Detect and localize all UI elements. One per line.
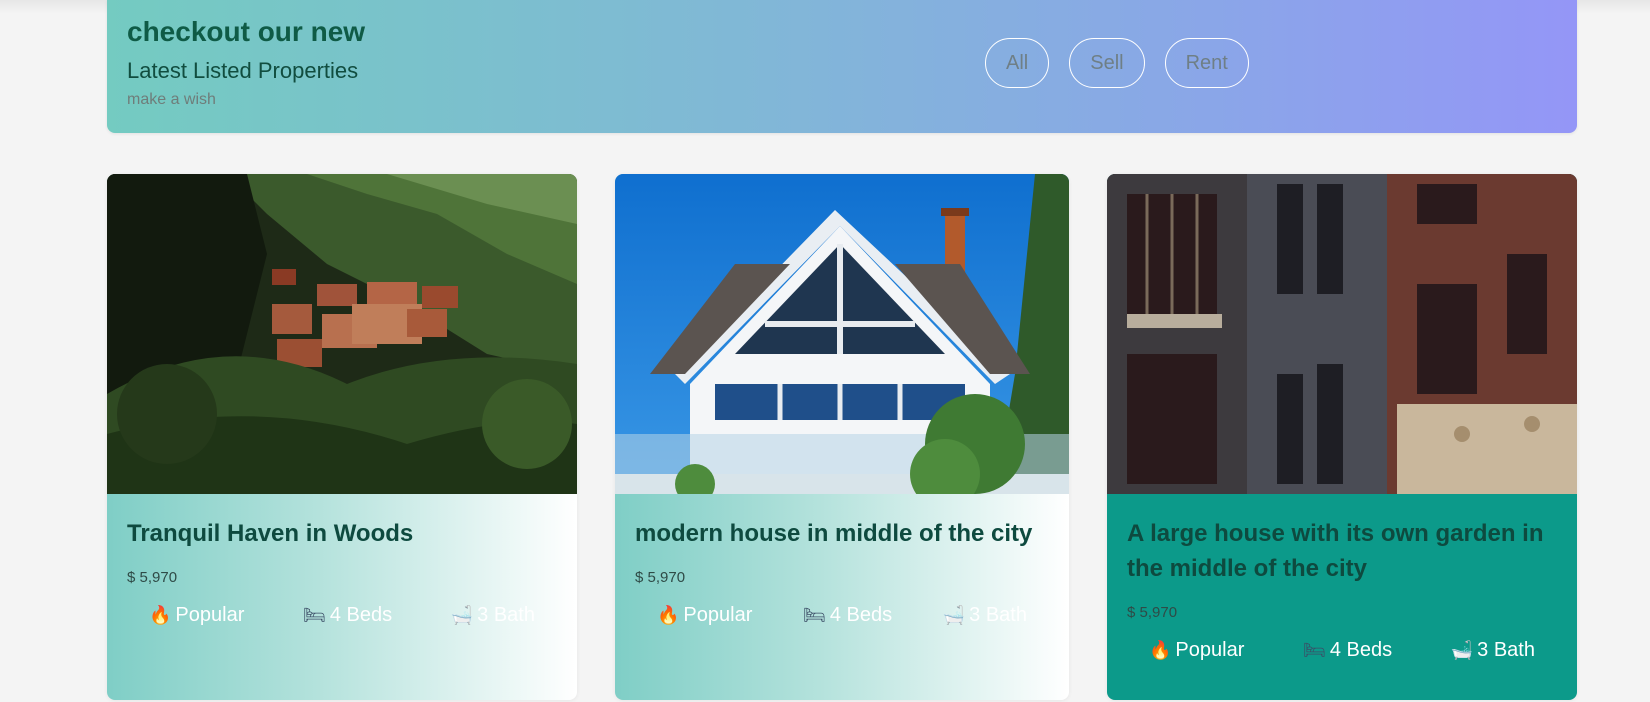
fire-icon: 🔥 [149, 605, 172, 625]
feature-label: 3 Bath [969, 604, 1027, 626]
property-price: $ 5,970 [1127, 604, 1178, 621]
filter-all-button[interactable]: All [985, 38, 1050, 88]
fire-icon: 🔥 [1149, 640, 1172, 660]
feature-label: Popular [175, 604, 245, 626]
feature-bath: 🛁 3 Bath [1451, 639, 1535, 662]
feature-bath: 🛁 3 Bath [943, 604, 1027, 627]
feature-label: Popular [683, 604, 753, 626]
feature-popular: 🔥 Popular [1149, 639, 1244, 662]
feature-label: 3 Bath [477, 604, 535, 626]
feature-label: 4 Beds [329, 604, 393, 626]
feature-list: 🔥 Popular 🛏 4 Beds 🛁 3 Bath [635, 604, 1049, 627]
property-title[interactable]: Tranquil Haven in Woods [127, 516, 557, 551]
property-card[interactable]: A large house with its own garden in the… [1107, 174, 1577, 700]
filter-group: All Sell Rent [985, 38, 1249, 88]
property-title[interactable]: modern house in middle of the city [635, 516, 1049, 551]
feature-label: 4 Beds [1329, 639, 1393, 661]
feature-list: 🔥 Popular 🛏 4 Beds 🛁 3 Bath [127, 604, 557, 627]
hero-banner: checkout our new Latest Listed Propertie… [107, 0, 1577, 133]
feature-beds: 🛏 4 Beds [303, 604, 392, 627]
card-body: modern house in middle of the city $ 5,9… [615, 494, 1069, 700]
property-title[interactable]: A large house with its own garden in the… [1127, 516, 1557, 586]
fire-icon: 🔥 [657, 605, 680, 625]
bed-icon: 🛏 [1302, 640, 1326, 660]
property-price: $ 5,970 [127, 569, 178, 586]
feature-beds: 🛏 4 Beds [803, 604, 892, 627]
property-photo[interactable] [107, 174, 577, 494]
filter-rent-button[interactable]: Rent [1164, 38, 1249, 88]
bathtub-icon: 🛁 [942, 605, 966, 625]
feature-list: 🔥 Popular 🛏 4 Beds 🛁 3 Bath [1127, 639, 1557, 662]
bathtub-icon: 🛁 [1450, 640, 1474, 660]
hero-tagline: make a wish [127, 91, 216, 108]
bed-icon: 🛏 [302, 605, 326, 625]
feature-beds: 🛏 4 Beds [1303, 639, 1392, 662]
hero-subtitle: Latest Listed Properties [127, 58, 359, 83]
card-body: A large house with its own garden in the… [1107, 494, 1577, 700]
feature-bath: 🛁 3 Bath [451, 604, 535, 627]
property-card[interactable]: Tranquil Haven in Woods $ 5,970 🔥 Popular… [107, 174, 577, 700]
card-body: Tranquil Haven in Woods $ 5,970 🔥 Popular… [107, 494, 577, 700]
property-photo[interactable] [1107, 174, 1577, 494]
filter-sell-button[interactable]: Sell [1069, 38, 1145, 88]
feature-label: Popular [1175, 639, 1245, 661]
bathtub-icon: 🛁 [450, 605, 474, 625]
feature-label: 4 Beds [829, 604, 893, 626]
hero-title: checkout our new [127, 16, 366, 47]
bed-icon: 🛏 [802, 605, 826, 625]
feature-label: 3 Bath [1477, 639, 1535, 661]
property-photo[interactable] [615, 174, 1069, 494]
feature-popular: 🔥 Popular [657, 604, 752, 627]
property-price: $ 5,970 [635, 569, 686, 586]
feature-popular: 🔥 Popular [149, 604, 244, 627]
property-card[interactable]: modern house in middle of the city $ 5,9… [615, 174, 1069, 700]
